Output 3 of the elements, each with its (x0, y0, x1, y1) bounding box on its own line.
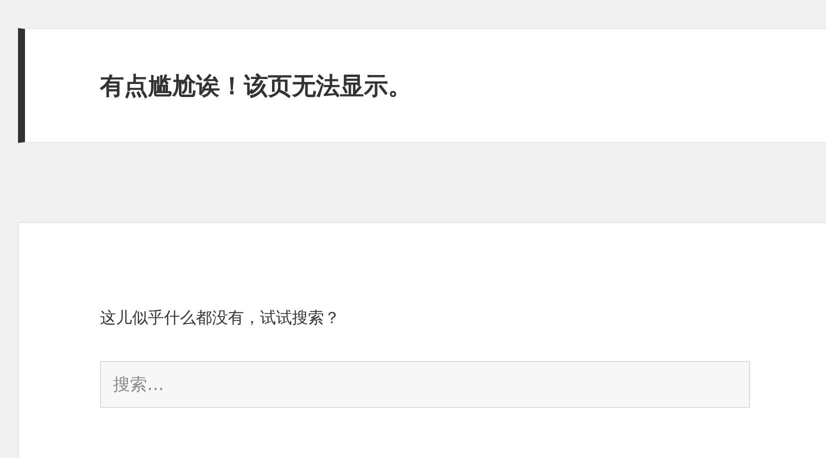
page-title: 有点尴尬诶！该页无法显示。 (100, 70, 412, 102)
message-text: 这儿似乎什么都没有，试试搜索？ (100, 308, 341, 329)
search-field[interactable]: 搜索… (100, 361, 750, 408)
